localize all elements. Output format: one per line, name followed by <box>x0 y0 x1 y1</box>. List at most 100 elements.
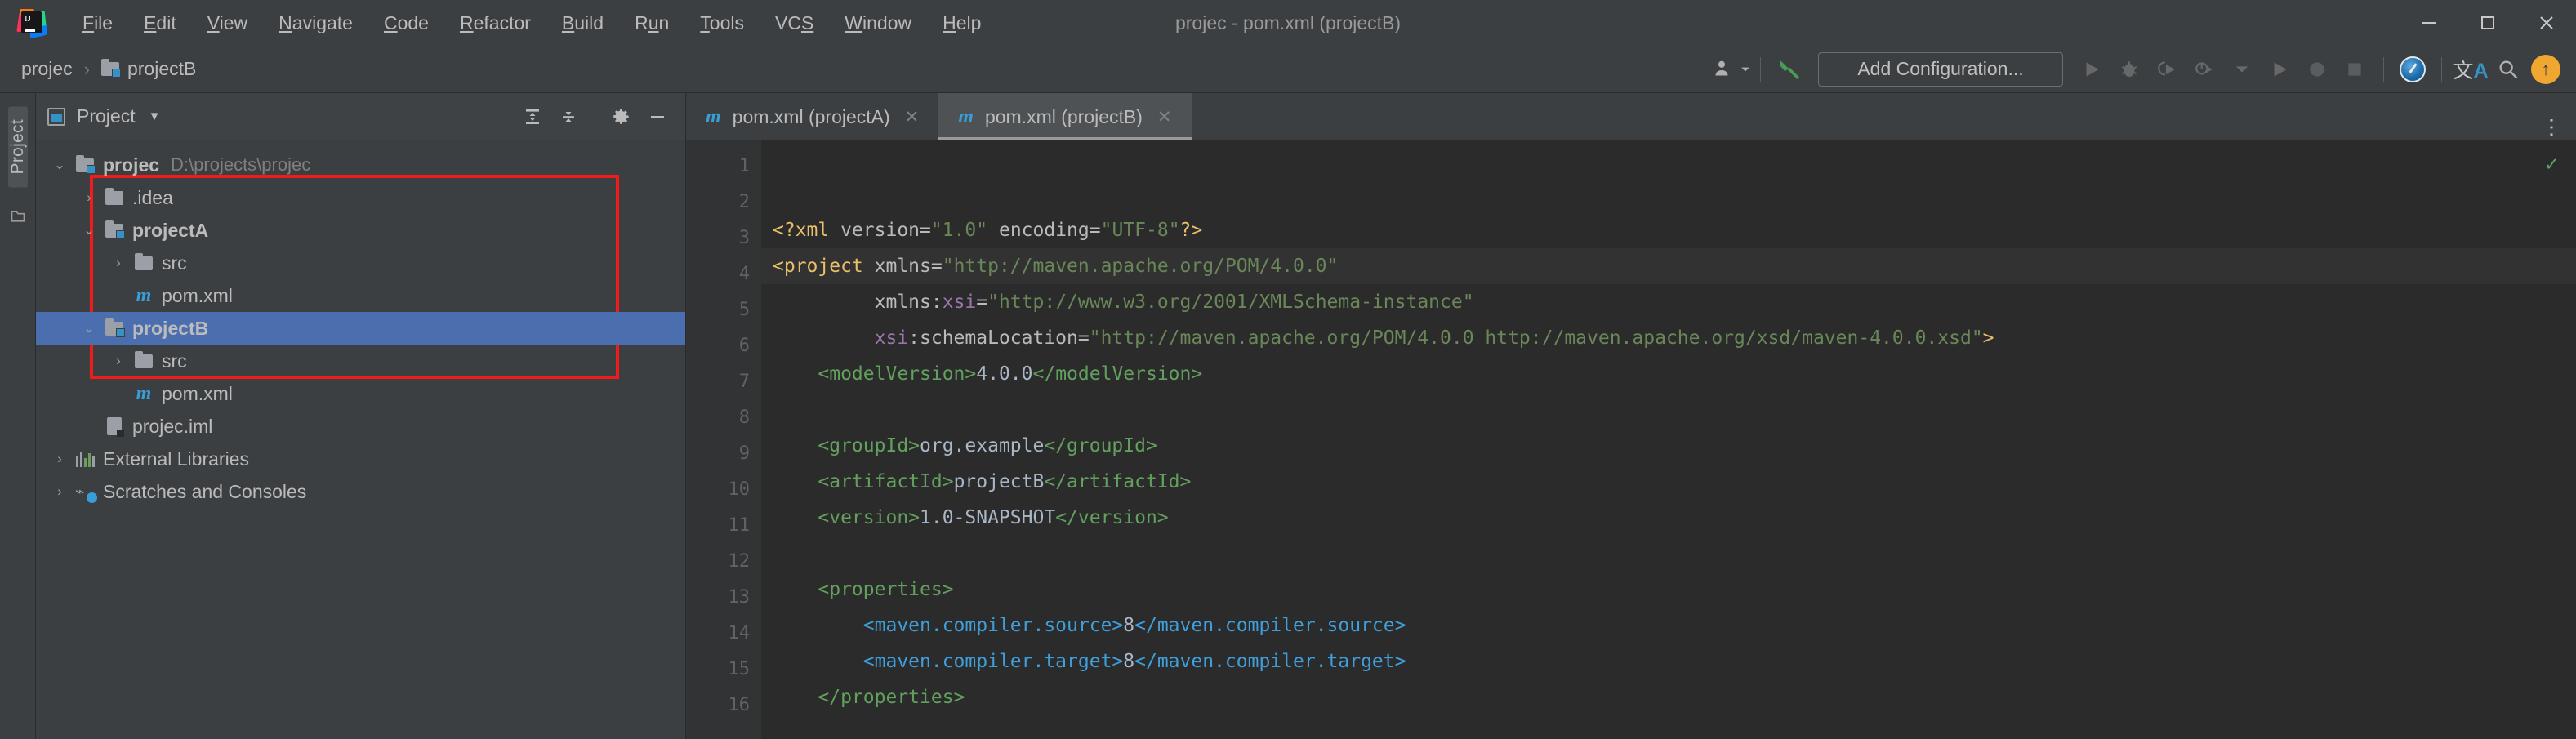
translate-icon[interactable]: 文A <box>2452 51 2489 88</box>
maven-icon: m <box>136 284 152 306</box>
code-line[interactable]: <properties> <box>761 572 2576 608</box>
code-line[interactable]: </properties> <box>761 679 2576 715</box>
code-token: <maven.compiler.source> <box>862 615 1124 636</box>
tree-node-src[interactable]: › src <box>36 247 685 279</box>
code-editor[interactable]: 1 2 3 4 5 6 7 8 9 10 11 12 13 14 15 16 ✓ <?xml version=… <box>686 140 2576 739</box>
code-token: <groupId> <box>818 435 920 456</box>
tree-expander-icon[interactable]: · <box>106 385 131 402</box>
run-with-coverage-icon[interactable] <box>2148 51 2186 88</box>
code-token: xsi <box>874 327 909 349</box>
code-line[interactable]: <maven.compiler.target>8</maven.compiler… <box>761 643 2576 679</box>
code-line[interactable]: <?xml version="1.0" encoding="UTF-8"?> <box>761 212 2576 248</box>
expand-all-icon[interactable] <box>516 100 549 133</box>
tree-node--idea[interactable]: › .idea <box>36 181 685 214</box>
search-everywhere-icon[interactable] <box>2489 51 2527 88</box>
chevron-down-icon[interactable]: ▼ <box>149 109 161 123</box>
tree-expander-icon[interactable]: › <box>77 189 101 206</box>
tree-node-pom-xml[interactable]: · m pom.xml <box>36 279 685 312</box>
menu-item-navigate[interactable]: Navigate <box>263 0 368 46</box>
settings-gear-icon[interactable] <box>605 100 638 133</box>
add-configuration-button[interactable]: Add Configuration... <box>1818 51 2063 87</box>
menu-item-window[interactable]: Window <box>829 0 927 46</box>
tree-node-projec-iml[interactable]: · projec.iml <box>36 410 685 443</box>
build-hammer-icon[interactable] <box>1771 51 1808 88</box>
menu-item-vcs[interactable]: VCS <box>760 0 829 46</box>
run-dropdown-icon[interactable] <box>2223 51 2261 88</box>
code-line[interactable]: <modelVersion>4.0.0</modelVersion> <box>761 356 2576 392</box>
tree-node-pom-xml[interactable]: · m pom.xml <box>36 377 685 410</box>
favorites-icon[interactable] <box>10 208 26 229</box>
code-line[interactable]: xsi:schemaLocation="http://maven.apache.… <box>761 320 2576 356</box>
title-bar: IJ File Edit View Navigate Code Refactor Build… <box>0 0 2576 46</box>
folder-icon <box>105 187 123 205</box>
editor-tab-active[interactable]: m pom.xml (projectB) ✕ <box>938 93 1192 140</box>
code-line[interactable]: <artifactId>projectB</artifactId> <box>761 464 2576 500</box>
hide-panel-icon[interactable] <box>641 100 674 133</box>
tool-window-button-project[interactable]: Project <box>7 106 28 188</box>
code-token: 4.0.0 <box>976 363 1033 385</box>
libraries-icon <box>75 451 95 467</box>
tree-expander-icon[interactable]: ⌄ <box>77 320 101 336</box>
close-icon[interactable]: ✕ <box>905 107 920 127</box>
record-icon[interactable] <box>2298 51 2336 88</box>
tree-node-projec[interactable]: ⌄ projec D:\projects\projec <box>36 149 685 181</box>
code-line[interactable]: <groupId>org.example</groupId> <box>761 428 2576 464</box>
code-content[interactable]: ✓ <?xml version="1.0" encoding="UTF-8"?>… <box>761 140 2576 739</box>
close-button[interactable] <box>2517 0 2576 46</box>
tree-expander-icon[interactable]: · <box>106 287 131 304</box>
menu-item-edit[interactable]: Edit <box>128 0 192 46</box>
module-folder-icon <box>105 318 125 337</box>
menu-item-refactor[interactable]: Refactor <box>444 0 546 46</box>
profiler-icon[interactable] <box>2394 51 2431 88</box>
menu-item-file[interactable]: File <box>67 0 128 46</box>
breadcrumb-label: projec <box>21 58 73 79</box>
close-icon[interactable]: ✕ <box>1157 107 1172 127</box>
code-line[interactable] <box>761 392 2576 428</box>
collapse-all-icon[interactable] <box>552 100 585 133</box>
code-line[interactable]: <project xmlns="http://maven.apache.org/… <box>761 248 2576 284</box>
tree-expander-icon[interactable]: ⌄ <box>77 222 101 238</box>
breadcrumb-item-projec[interactable]: projec <box>16 55 78 83</box>
tree-node-projectb[interactable]: ⌄ projectB <box>36 312 685 345</box>
menu-item-code[interactable]: Code <box>368 0 444 46</box>
menu-item-run[interactable]: Run <box>619 0 684 46</box>
tree-expander-icon[interactable]: › <box>106 255 131 271</box>
code-line[interactable]: xmlns:xsi="http://www.w3.org/2001/XMLSch… <box>761 284 2576 320</box>
run-icon[interactable] <box>2073 51 2110 88</box>
stop-icon[interactable] <box>2336 51 2373 88</box>
code-line[interactable]: <version>1.0-SNAPSHOT</version> <box>761 500 2576 536</box>
code-token: xmlns: <box>874 292 943 313</box>
menu-item-tools[interactable]: Tools <box>684 0 760 46</box>
update-icon[interactable]: ↑ <box>2527 51 2565 88</box>
editor-tab-label: pom.xml (projectB) <box>984 105 1143 127</box>
left-tool-strip: Project <box>0 93 36 739</box>
minimize-button[interactable] <box>2400 0 2458 46</box>
more-options-icon[interactable]: ⋯ <box>2539 117 2565 139</box>
maximize-button[interactable] <box>2458 0 2517 46</box>
tree-node-external-libraries[interactable]: › External Libraries <box>36 443 685 475</box>
menu-item-help[interactable]: Help <box>927 0 996 46</box>
tree-node-label: pom.xml <box>162 284 233 306</box>
tree-expander-icon[interactable]: · <box>77 418 101 434</box>
code-line[interactable] <box>761 715 2576 739</box>
editor-tab-inactive[interactable]: m pom.xml (projectA) ✕ <box>686 93 938 140</box>
tree-expander-icon[interactable]: › <box>47 483 72 500</box>
breadcrumb-item-projectb[interactable]: projectB <box>96 55 201 83</box>
tree-expander-icon[interactable]: › <box>47 451 72 467</box>
menu-item-view[interactable]: View <box>192 0 263 46</box>
menu-item-build[interactable]: Build <box>546 0 619 46</box>
tree-expander-icon[interactable]: ⌄ <box>47 157 72 173</box>
tree-node-src[interactable]: › src <box>36 345 685 377</box>
run-secondary-icon[interactable] <box>2261 51 2298 88</box>
tree-expander-icon[interactable]: › <box>106 353 131 369</box>
tree-node-projecta[interactable]: ⌄ projectA <box>36 214 685 247</box>
user-account-icon[interactable] <box>1713 51 1750 88</box>
profile-icon[interactable] <box>2186 51 2223 88</box>
code-line[interactable] <box>761 536 2576 572</box>
project-tree[interactable]: ⌄ projec D:\projects\projec › .idea ⌄ projectA… <box>36 140 685 739</box>
tree-node-scratches-and-consoles[interactable]: › ⌁ Scratches and Consoles <box>36 475 685 508</box>
debug-icon[interactable] <box>2110 51 2148 88</box>
inspection-status-icon[interactable]: ✓ <box>2545 152 2558 176</box>
code-line[interactable]: <maven.compiler.source>8</maven.compiler… <box>761 608 2576 643</box>
